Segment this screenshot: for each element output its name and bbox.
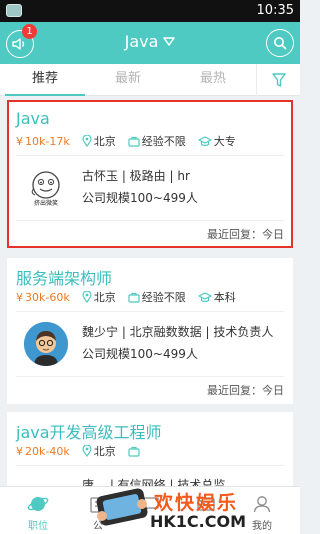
briefcase-icon: [128, 446, 140, 457]
message-icon: [197, 497, 215, 511]
job-card[interactable]: 服务端架构师 ¥ 30k-60k 北京 经验不限 本科 魏少宁 | 北京融数数据…: [7, 258, 293, 404]
avatar: [24, 322, 68, 366]
avatar-person-icon: [24, 322, 68, 366]
job-meta: ¥ 20k-40k 北京: [16, 443, 285, 459]
tab-latest[interactable]: 最新: [88, 64, 168, 96]
briefcase-icon: [128, 292, 140, 303]
search-icon: [274, 37, 287, 50]
recruiter-name: 魏少宁 | 北京融数数据 | 技术负责人: [82, 325, 274, 339]
status-time: 10:35: [256, 3, 294, 18]
recruiter-info: 魏少宁 | 北京融数数据 | 技术负责人 公司规模100~499人: [16, 311, 284, 377]
bottom-nav: 职位 公 我的: [0, 486, 300, 534]
yen-icon: ¥: [16, 134, 23, 148]
location-icon: [82, 445, 92, 457]
job-salary: 20k-40k: [25, 444, 70, 458]
top-header: 1 Java: [0, 22, 300, 64]
app-notification-icon: [6, 4, 22, 17]
nav-item-company[interactable]: 公: [68, 487, 128, 534]
yen-icon: ¥: [16, 290, 23, 304]
filter-button[interactable]: [256, 64, 300, 96]
job-salary: 10k-17k: [25, 134, 70, 148]
job-education: 大专: [213, 135, 236, 148]
nav-item-chat[interactable]: [120, 487, 180, 534]
job-experience: 经验不限: [141, 291, 186, 304]
briefcase-icon: [128, 136, 140, 147]
triangle-down-icon: [163, 37, 176, 46]
location-icon: [82, 291, 92, 303]
city-selector[interactable]: Java: [0, 32, 300, 51]
job-title: Java: [16, 109, 50, 128]
company-size: 公司规模100~499人: [82, 347, 198, 361]
nav-label: 职位: [28, 521, 48, 532]
last-reply: 最近回复：今日: [207, 228, 284, 241]
yen-icon: ¥: [16, 444, 23, 458]
location-icon: [82, 135, 92, 147]
search-button[interactable]: [266, 29, 294, 57]
graduation-cap-icon: [198, 291, 212, 302]
job-title: java开发高级工程师: [16, 423, 162, 442]
job-city: 北京: [93, 445, 116, 458]
tab-recommended[interactable]: 推荐: [5, 64, 85, 96]
sort-tabs: 推荐 最新 最热: [0, 64, 300, 96]
nav-label: 公: [93, 521, 103, 532]
recruiter-info: 挤出微笑 古怀玉 | 极路由 | hr 公司规模100~499人: [16, 155, 284, 221]
company-size: 公司规模100~499人: [82, 191, 198, 205]
company-icon: [90, 497, 106, 513]
job-experience: 经验不限: [141, 135, 186, 148]
graduation-cap-icon: [198, 135, 212, 146]
avatar: 挤出微笑: [24, 166, 68, 210]
job-salary: 30k-60k: [25, 290, 70, 304]
status-bar: 10:35: [0, 0, 300, 22]
filter-icon: [271, 73, 286, 87]
job-city: 北京: [93, 291, 116, 304]
job-title: 服务端架构师: [16, 269, 113, 288]
page-title: Java: [124, 32, 159, 51]
recruiter-name: 古怀玉 | 极路由 | hr: [82, 169, 190, 183]
job-education: 本科: [213, 291, 236, 304]
job-meta: ¥ 10k-17k 北京 经验不限 大专: [16, 133, 285, 149]
job-city: 北京: [93, 135, 116, 148]
nav-label: 我的: [252, 521, 272, 532]
chat-icon: [141, 497, 159, 512]
nav-item-messages[interactable]: [176, 487, 236, 534]
avatar-caption: 挤出微笑: [33, 200, 58, 207]
tab-hottest[interactable]: 最热: [173, 64, 253, 96]
last-reply: 最近回复：今日: [207, 384, 284, 397]
job-meta: ¥ 30k-60k 北京 经验不限 本科: [16, 289, 285, 305]
profile-icon: [253, 496, 271, 513]
job-card[interactable]: Java ¥ 10k-17k 北京 经验不限 大专 挤出微笑 古怀玉 | 极路由…: [7, 100, 293, 248]
nav-item-profile[interactable]: 我的: [232, 487, 292, 534]
job-card[interactable]: java开发高级工程师 ¥ 20k-40k 北京 唐… | 有信网络 | 技术总…: [7, 412, 293, 492]
planet-icon: [27, 497, 49, 511]
nav-item-jobs[interactable]: 职位: [8, 487, 68, 534]
